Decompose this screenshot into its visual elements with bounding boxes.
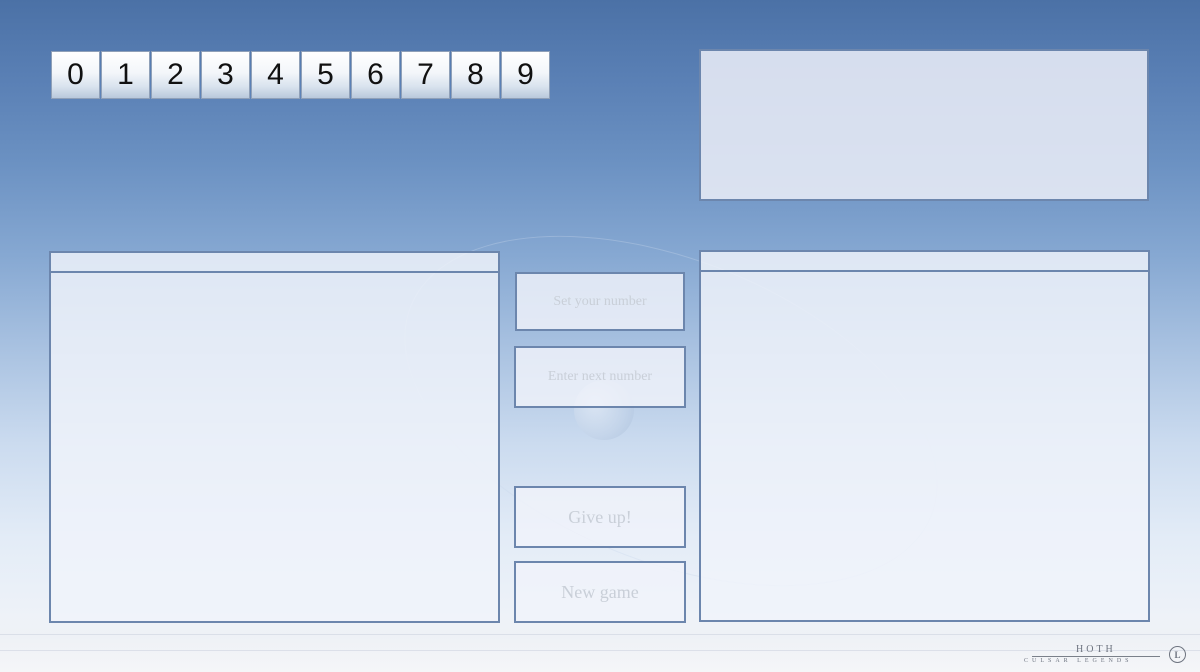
digit-keypad: 0 1 2 3 4 5 6 7 8 9 — [51, 51, 551, 99]
digit-key-7[interactable]: 7 — [401, 51, 450, 99]
opponent-list-header — [699, 250, 1150, 272]
digit-key-8[interactable]: 8 — [451, 51, 500, 99]
watermark-subtitle: CULSAR LEGENDS — [1024, 658, 1133, 664]
watermark-badge-icon: L — [1169, 646, 1186, 663]
digit-key-3[interactable]: 3 — [201, 51, 250, 99]
info-panel — [699, 49, 1149, 201]
ground-line — [0, 634, 1200, 635]
next-number-input[interactable]: Enter next number — [514, 346, 686, 408]
watermark-divider — [1032, 656, 1160, 657]
ground-line — [0, 650, 1200, 651]
digit-key-5[interactable]: 5 — [301, 51, 350, 99]
wallpaper-watermark: HOTH CULSAR LEGENDS L — [1022, 644, 1192, 670]
digit-key-1[interactable]: 1 — [101, 51, 150, 99]
player-list-header — [49, 251, 500, 273]
new-game-button[interactable]: New game — [514, 561, 686, 623]
digit-key-2[interactable]: 2 — [151, 51, 200, 99]
digit-key-0[interactable]: 0 — [51, 51, 100, 99]
digit-key-4[interactable]: 4 — [251, 51, 300, 99]
digit-key-9[interactable]: 9 — [501, 51, 550, 99]
opponent-guess-list — [699, 270, 1150, 622]
player-guess-list — [49, 271, 500, 623]
give-up-button[interactable]: Give up! — [514, 486, 686, 548]
digit-key-6[interactable]: 6 — [351, 51, 400, 99]
set-number-input[interactable]: Set your number — [515, 272, 685, 331]
watermark-title: HOTH — [1076, 644, 1116, 655]
game-screen: { "digits": ["0", "1", "2", "3", "4", "5… — [0, 0, 1200, 672]
